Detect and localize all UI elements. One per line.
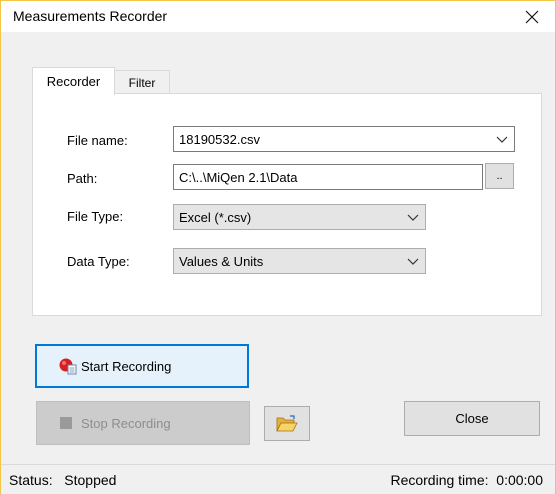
stop-recording-button[interactable]: Stop Recording xyxy=(36,401,250,445)
status-value: Stopped xyxy=(64,472,117,488)
chevron-down-icon xyxy=(407,214,419,221)
status-label: Status: xyxy=(9,472,53,488)
file-type-value: Excel (*.csv) xyxy=(179,209,252,225)
recording-time-value: 0:00:00 xyxy=(496,472,543,488)
close-button[interactable]: Close xyxy=(404,401,540,436)
file-type-label: File Type: xyxy=(67,209,124,224)
recording-time-label: Recording time: xyxy=(390,472,489,488)
data-type-select[interactable]: Values & Units xyxy=(173,248,426,274)
tab-filter[interactable]: Filter xyxy=(115,70,170,94)
start-recording-label: Start Recording xyxy=(81,358,172,374)
record-icon xyxy=(59,358,77,375)
close-button-label: Close xyxy=(455,411,489,426)
path-value: C:\..\MiQen 2.1\Data xyxy=(179,169,298,185)
close-window-button[interactable] xyxy=(509,1,555,32)
browse-path-button[interactable]: .. xyxy=(485,163,514,189)
file-name-value: 18190532.csv xyxy=(179,131,260,147)
start-recording-button[interactable]: Start Recording xyxy=(35,344,249,388)
title-bar: Measurements Recorder xyxy=(1,1,555,32)
stop-icon xyxy=(60,417,72,429)
folder-open-icon xyxy=(276,414,298,431)
status-bar: Status: Stopped Recording time: 0:00:00 xyxy=(1,464,555,494)
tab-filter-label: Filter xyxy=(128,75,156,90)
stop-recording-label: Stop Recording xyxy=(81,415,171,431)
measurements-recorder-window: Measurements Recorder Recorder Filter Fi… xyxy=(0,0,556,494)
path-input[interactable]: C:\..\MiQen 2.1\Data xyxy=(173,164,483,190)
window-title: Measurements Recorder xyxy=(13,8,168,24)
tab-recorder-label: Recorder xyxy=(46,74,101,89)
close-icon xyxy=(525,10,539,23)
file-name-combo[interactable]: 18190532.csv xyxy=(173,126,515,152)
data-type-value: Values & Units xyxy=(179,253,264,269)
path-label: Path: xyxy=(67,171,98,186)
tab-recorder[interactable]: Recorder xyxy=(32,67,115,95)
chevron-down-icon xyxy=(496,136,508,143)
file-type-select[interactable]: Excel (*.csv) xyxy=(173,204,426,230)
open-folder-button[interactable] xyxy=(264,406,310,441)
status-indicator: Status: Stopped xyxy=(9,472,116,488)
browse-path-label: .. xyxy=(496,170,503,182)
data-type-label: Data Type: xyxy=(67,254,130,269)
recording-time: Recording time: 0:00:00 xyxy=(390,472,543,488)
file-name-label: File name: xyxy=(67,133,128,148)
chevron-down-icon xyxy=(407,258,419,265)
